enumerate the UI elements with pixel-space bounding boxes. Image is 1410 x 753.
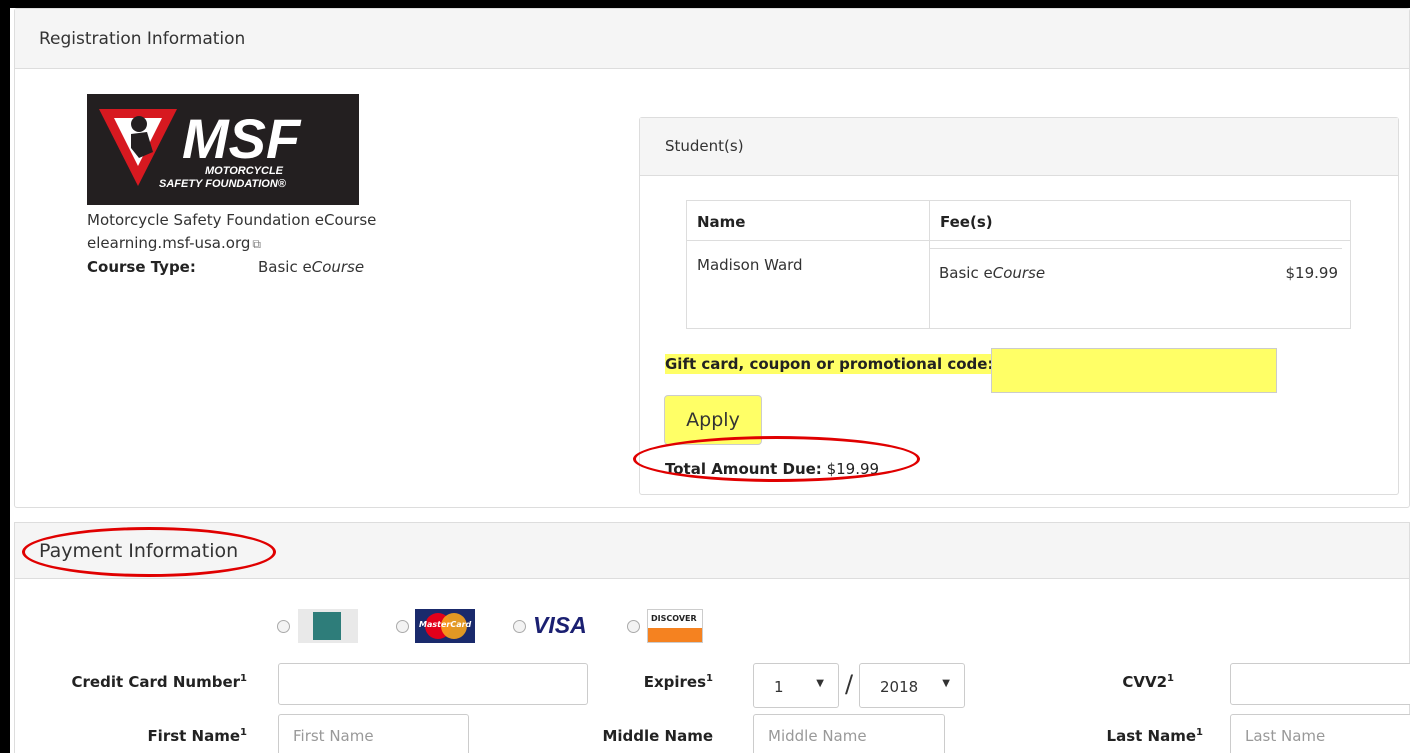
credit-card-number-input[interactable]: [278, 663, 588, 705]
expires-month-select[interactable]: 1 ▼: [753, 663, 839, 708]
cvv-label-text: CVV2: [1122, 673, 1168, 691]
column-header-fees-label: Fee(s): [940, 213, 993, 231]
logo-msf-text: MSF: [182, 107, 302, 170]
course-url-text[interactable]: elearning.msf-usa.org: [87, 234, 250, 252]
page-frame: Registration Information MSF MOTORCYCLE …: [10, 8, 1410, 753]
discover-radio[interactable]: [627, 620, 640, 633]
last-name-input[interactable]: Last Name: [1230, 714, 1410, 753]
chevron-down-icon: ▼: [942, 678, 950, 689]
students-table: Name Fee(s) Madison Ward Basic eCourse $…: [686, 200, 1351, 329]
fee-label: Basic eCourse: [939, 264, 1045, 282]
logo-sub1-text: MOTORCYCLE: [205, 165, 284, 177]
amex-icon[interactable]: [298, 609, 358, 643]
promo-code-input[interactable]: [991, 348, 1277, 393]
mastercard-radio[interactable]: [396, 620, 409, 633]
column-header-name: Name: [687, 201, 930, 241]
required-mark: 1: [706, 673, 713, 684]
column-header-fees: Fee(s): [930, 201, 1350, 241]
visa-icon[interactable]: VISA: [531, 609, 597, 643]
table-cell-fee: Basic eCourse $19.99: [930, 241, 1350, 328]
chevron-down-icon: ▼: [816, 678, 824, 689]
credit-card-label-text: Credit Card Number: [71, 673, 241, 691]
middle-name-input[interactable]: Middle Name: [753, 714, 945, 753]
expires-label: Expires1: [644, 673, 713, 691]
registration-panel: Registration Information MSF MOTORCYCLE …: [14, 8, 1410, 508]
first-name-label-text: First Name: [147, 727, 241, 745]
external-link-icon[interactable]: ⧉: [252, 237, 261, 251]
middle-name-label: Middle Name: [602, 727, 713, 745]
registration-heading: Registration Information: [15, 9, 1409, 69]
course-type-prefix: Basic e: [258, 258, 312, 276]
discover-icon[interactable]: DISCOVER: [647, 609, 703, 643]
required-mark: 1: [1196, 727, 1203, 738]
course-url-link[interactable]: elearning.msf-usa.org ⧉: [87, 234, 261, 252]
fee-divider: [930, 248, 1342, 249]
student-name: Madison Ward: [697, 256, 803, 274]
students-heading: Student(s): [640, 118, 1398, 176]
required-mark: 1: [240, 727, 247, 738]
course-type-label: Course Type:: [87, 258, 196, 276]
table-cell-student-name: Madison Ward: [687, 241, 930, 328]
expires-month-value: 1: [774, 678, 784, 696]
last-name-placeholder: Last Name: [1245, 727, 1326, 745]
msf-logo: MSF MOTORCYCLE SAFETY FOUNDATION®: [87, 94, 359, 205]
logo-sub2-text: SAFETY FOUNDATION®: [159, 178, 287, 190]
expires-label-text: Expires: [643, 673, 707, 691]
amex-radio[interactable]: [277, 620, 290, 633]
registration-title: Registration Information: [39, 29, 246, 49]
visa-radio[interactable]: [513, 620, 526, 633]
course-type-value: Basic eCourse: [258, 258, 364, 276]
expires-separator: /: [845, 670, 854, 698]
mastercard-text: MasterCard: [419, 620, 472, 629]
cvv-label: CVV21: [1122, 673, 1174, 691]
students-title: Student(s): [665, 137, 744, 155]
expires-year-select[interactable]: 2018 ▼: [859, 663, 965, 708]
discover-text: DISCOVER: [651, 614, 697, 623]
course-type-italic: Course: [311, 258, 365, 276]
expires-year-value: 2018: [880, 678, 919, 696]
required-mark: 1: [240, 673, 247, 684]
first-name-input[interactable]: First Name: [278, 714, 469, 753]
annotation-circle-total: [633, 436, 920, 482]
credit-card-label: Credit Card Number1: [72, 673, 247, 691]
cvv-input[interactable]: [1230, 663, 1410, 705]
first-name-label: First Name1: [147, 727, 247, 745]
visa-text: VISA: [533, 612, 587, 638]
middle-name-placeholder: Middle Name: [768, 727, 867, 745]
fee-italic: Course: [992, 264, 1046, 282]
annotation-circle-payment: [22, 527, 276, 577]
fee-amount: $19.99: [1285, 264, 1339, 282]
course-name: Motorcycle Safety Foundation eCourse: [87, 211, 377, 229]
column-header-name-label: Name: [697, 213, 746, 231]
mastercard-icon[interactable]: MasterCard: [415, 609, 475, 643]
promo-code-label: Gift card, coupon or promotional code:: [665, 354, 994, 374]
first-name-placeholder: First Name: [293, 727, 374, 745]
middle-name-label-text: Middle Name: [602, 727, 713, 745]
required-mark: 1: [1167, 673, 1174, 684]
last-name-label-text: Last Name: [1106, 727, 1197, 745]
last-name-label: Last Name1: [1107, 727, 1203, 745]
fee-prefix: Basic e: [939, 264, 993, 282]
